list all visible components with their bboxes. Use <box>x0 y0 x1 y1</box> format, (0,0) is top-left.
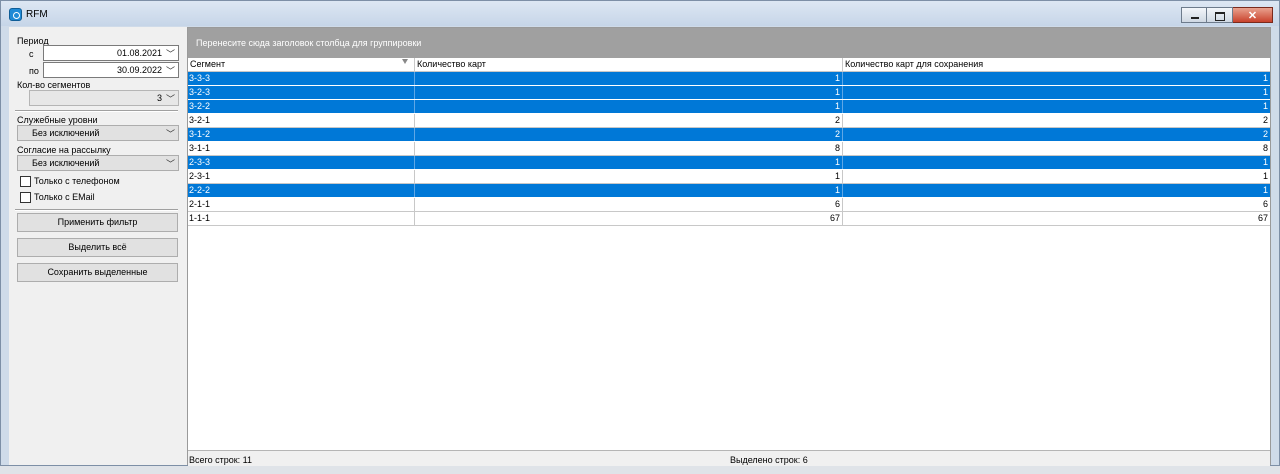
segment-cell[interactable]: 1-1-1 <box>188 212 415 225</box>
column-header-label: Количество карт для сохранения <box>845 59 984 69</box>
table-row[interactable]: 3-1-1 8 8 <box>188 142 1270 156</box>
chevron-down-icon[interactable]: ﹀ <box>166 92 175 105</box>
segments-value: 3 <box>156 93 162 103</box>
cards-cell[interactable]: 2 <box>415 114 843 127</box>
cards-to-save-cell[interactable]: 2 <box>843 128 1270 141</box>
column-header-label: Сегмент <box>190 59 226 69</box>
segment-cell[interactable]: 3-2-1 <box>188 114 415 127</box>
rfm-window: RFM ✕ Период с 01.08.2021 ﹀ по 30.09.202… <box>0 0 1280 466</box>
cards-cell[interactable]: 2 <box>415 128 843 141</box>
table-row[interactable]: 2-3-3 1 1 <box>188 156 1270 170</box>
service-levels-select[interactable]: Без исключений ﹀ <box>17 125 179 141</box>
cards-cell[interactable]: 1 <box>415 86 843 99</box>
table-row[interactable]: 2-1-1 6 6 <box>188 198 1270 212</box>
consent-select[interactable]: Без исключений ﹀ <box>17 155 179 171</box>
cards-to-save-cell[interactable]: 1 <box>843 72 1270 85</box>
cards-to-save-cell[interactable]: 1 <box>843 170 1270 183</box>
segment-cell[interactable]: 3-1-1 <box>188 142 415 155</box>
cards-cell[interactable]: 1 <box>415 184 843 197</box>
table-row[interactable]: 2-2-2 1 1 <box>188 184 1270 198</box>
filter-panel: Период с 01.08.2021 ﹀ по 30.09.2022 ﹀ Ко… <box>9 27 187 465</box>
only-email-checkbox[interactable] <box>20 192 31 203</box>
only-phone-checkbox[interactable] <box>20 176 31 187</box>
only-phone-label[interactable]: Только с телефоном <box>34 176 120 186</box>
segment-cell[interactable]: 3-3-3 <box>188 72 415 85</box>
from-date-picker[interactable]: 01.08.2021 ﹀ <box>43 45 179 61</box>
group-panel-hint: Перенесите сюда заголовок столбца для гр… <box>196 38 422 48</box>
from-label: с <box>29 49 34 59</box>
cards-to-save-cell[interactable]: 1 <box>843 100 1270 113</box>
table-row[interactable]: 3-2-1 2 2 <box>188 114 1270 128</box>
window-title: RFM <box>26 9 48 20</box>
service-levels-label: Служебные уровни <box>17 115 98 125</box>
cards-to-save-cell[interactable]: 1 <box>843 184 1270 197</box>
table-row[interactable]: 3-1-2 2 2 <box>188 128 1270 142</box>
app-icon <box>9 8 22 21</box>
filter-icon[interactable] <box>402 59 408 64</box>
select-all-button[interactable]: Выделить всё <box>17 238 178 257</box>
segment-cell[interactable]: 2-3-3 <box>188 156 415 169</box>
service-levels-value: Без исключений <box>32 128 100 138</box>
data-grid: Перенесите сюда заголовок столбца для гр… <box>187 27 1271 466</box>
to-date-picker[interactable]: 30.09.2022 ﹀ <box>43 62 179 78</box>
table-row[interactable]: 3-3-3 1 1 <box>188 72 1270 86</box>
title-bar[interactable]: RFM ✕ <box>1 1 1279 26</box>
to-label: по <box>29 66 39 76</box>
cards-cell[interactable]: 1 <box>415 156 843 169</box>
segment-cell[interactable]: 3-2-3 <box>188 86 415 99</box>
table-row[interactable]: 3-2-3 1 1 <box>188 86 1270 100</box>
cards-to-save-cell[interactable]: 67 <box>843 212 1270 225</box>
cards-cell[interactable]: 1 <box>415 170 843 183</box>
chevron-down-icon[interactable]: ﹀ <box>166 157 175 170</box>
cards-cell[interactable]: 67 <box>415 212 843 225</box>
window-controls: ✕ <box>1181 7 1273 24</box>
chevron-down-icon[interactable]: ﹀ <box>166 47 175 60</box>
chevron-down-icon[interactable]: ﹀ <box>166 127 175 140</box>
save-selected-button[interactable]: Сохранить выделенные <box>17 263 178 282</box>
column-header-cards[interactable]: Количество карт <box>415 58 843 71</box>
segment-cell[interactable]: 2-3-1 <box>188 170 415 183</box>
from-date-value: 01.08.2021 <box>116 48 162 58</box>
cards-to-save-cell[interactable]: 1 <box>843 86 1270 99</box>
apply-filter-button[interactable]: Применить фильтр <box>17 213 178 232</box>
only-email-label[interactable]: Только с EMail <box>34 192 95 202</box>
cards-cell[interactable]: 1 <box>415 72 843 85</box>
maximize-icon[interactable] <box>1207 7 1233 23</box>
cards-cell[interactable]: 1 <box>415 100 843 113</box>
column-header-label: Количество карт <box>417 59 486 69</box>
group-panel[interactable]: Перенесите сюда заголовок столбца для гр… <box>188 28 1270 58</box>
cards-to-save-cell[interactable]: 2 <box>843 114 1270 127</box>
column-header-segment[interactable]: Сегмент <box>188 58 415 71</box>
to-date-value: 30.09.2022 <box>116 65 162 75</box>
selected-rows-count: Выделено строк: 6 <box>730 455 808 465</box>
divider <box>15 110 178 112</box>
consent-label: Согласие на рассылку <box>17 145 111 155</box>
cards-cell[interactable]: 6 <box>415 198 843 211</box>
divider <box>15 209 178 211</box>
close-icon[interactable]: ✕ <box>1233 7 1273 23</box>
segments-select[interactable]: 3 ﹀ <box>29 90 179 106</box>
cards-to-save-cell[interactable]: 8 <box>843 142 1270 155</box>
segment-cell[interactable]: 3-2-2 <box>188 100 415 113</box>
segment-cell[interactable]: 2-1-1 <box>188 198 415 211</box>
grid-footer: Всего строк: 11 Выделено строк: 6 <box>188 450 1270 466</box>
chevron-down-icon[interactable]: ﹀ <box>166 64 175 77</box>
segment-cell[interactable]: 2-2-2 <box>188 184 415 197</box>
column-header-cards-to-save[interactable]: Количество карт для сохранения <box>843 58 1270 71</box>
cards-to-save-cell[interactable]: 1 <box>843 156 1270 169</box>
table-row[interactable]: 3-2-2 1 1 <box>188 100 1270 114</box>
grid-header: Сегмент Количество карт Количество карт … <box>188 58 1270 72</box>
table-row[interactable]: 2-3-1 1 1 <box>188 170 1270 184</box>
table-row[interactable]: 1-1-1 67 67 <box>188 212 1270 226</box>
minimize-icon[interactable] <box>1181 7 1207 23</box>
segment-cell[interactable]: 3-1-2 <box>188 128 415 141</box>
cards-to-save-cell[interactable]: 6 <box>843 198 1270 211</box>
client-area: Период с 01.08.2021 ﹀ по 30.09.2022 ﹀ Ко… <box>9 27 1271 466</box>
total-rows-count: Всего строк: 11 <box>189 455 253 465</box>
segments-label: Кол-во сегментов <box>17 80 91 90</box>
cards-cell[interactable]: 8 <box>415 142 843 155</box>
consent-value: Без исключений <box>32 158 100 168</box>
